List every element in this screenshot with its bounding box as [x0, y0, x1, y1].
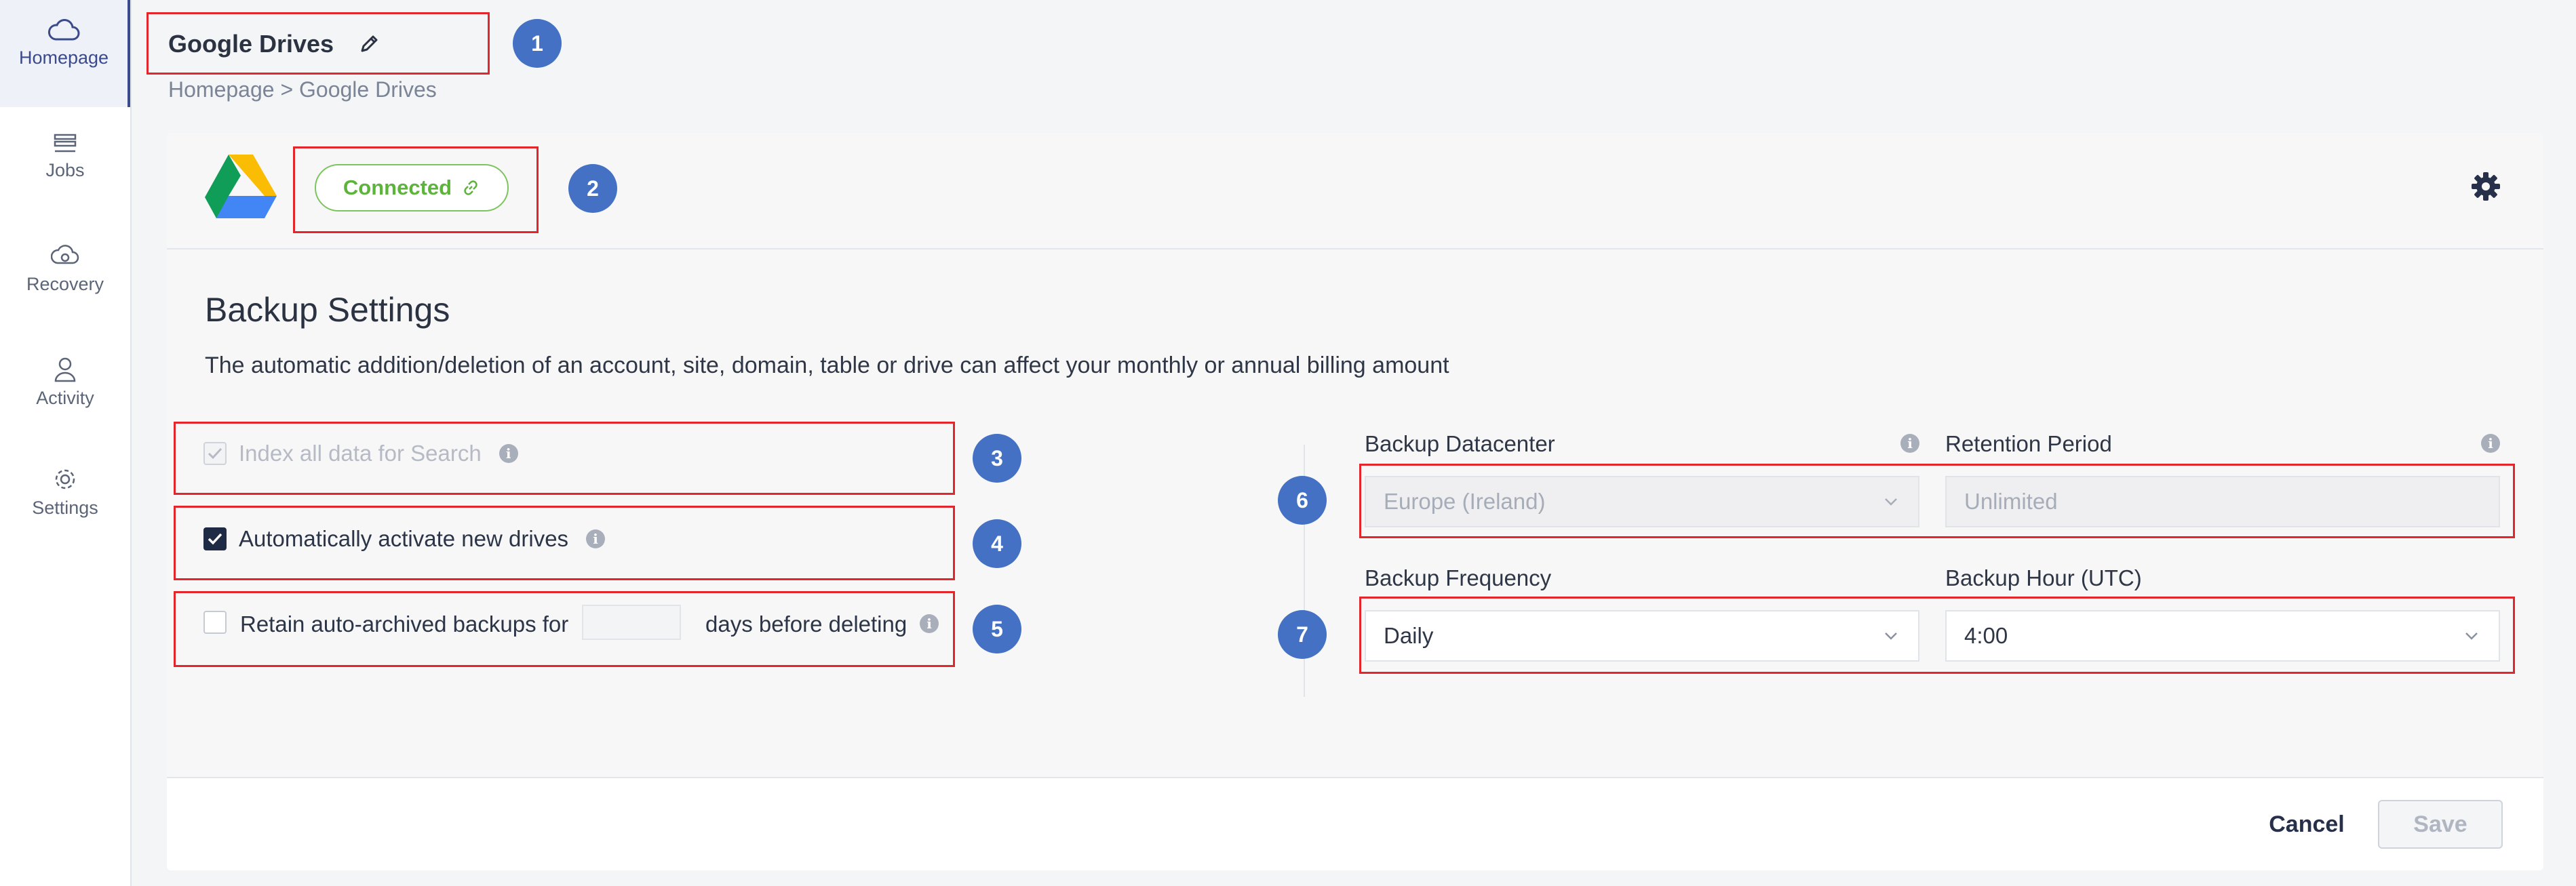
- card-divider: [167, 248, 2543, 249]
- annotation-badge: 1: [513, 19, 562, 68]
- annotation-badge: 3: [973, 434, 1021, 483]
- sidebar-item-recovery[interactable]: Recovery: [0, 244, 130, 295]
- highlight-box: [174, 506, 955, 580]
- highlight-box: [293, 146, 539, 233]
- datacenter-label: Backup Datacenter: [1365, 431, 1555, 456]
- retention-label: Retention Period: [1945, 431, 2112, 456]
- annotation-badge: 6: [1278, 476, 1327, 525]
- cancel-button[interactable]: Cancel: [2256, 800, 2358, 849]
- sidebar-item-label: Activity: [36, 388, 94, 408]
- highlight-box: [174, 591, 955, 667]
- sidebar-item-settings[interactable]: Settings: [0, 466, 130, 519]
- annotation-badge: 5: [973, 605, 1021, 653]
- user-icon: [54, 357, 76, 382]
- gear-icon: [55, 469, 75, 489]
- cloud-refresh-icon: [51, 245, 79, 264]
- stack-icon: [54, 134, 77, 153]
- highlight-box: [1359, 464, 2515, 538]
- billing-notice: The automatic addition/deletion of an ac…: [205, 353, 1449, 378]
- google-drive-logo: [205, 155, 277, 218]
- sidebar-item-jobs[interactable]: Jobs: [0, 133, 130, 181]
- sidebar-item-activity[interactable]: Activity: [0, 357, 130, 409]
- highlight-box: [147, 12, 490, 75]
- annotation-badge: 2: [568, 164, 617, 213]
- highlight-box: [174, 422, 955, 495]
- annotation-badge: 4: [973, 519, 1021, 568]
- sidebar-item-homepage[interactable]: Homepage: [0, 0, 130, 107]
- sidebar-item-label: Jobs: [45, 160, 85, 180]
- sidebar-item-label: Recovery: [26, 274, 104, 294]
- frequency-label: Backup Frequency: [1365, 565, 1552, 590]
- card-footer: [167, 777, 2543, 870]
- info-icon[interactable]: i: [2481, 434, 2500, 453]
- save-button[interactable]: Save: [2378, 800, 2503, 849]
- info-icon[interactable]: i: [1900, 434, 1919, 453]
- hour-label: Backup Hour (UTC): [1945, 565, 2142, 590]
- sidebar: Homepage Jobs Recovery Activity Settings: [0, 0, 132, 886]
- highlight-box: [1359, 597, 2515, 674]
- annotation-badge: 7: [1278, 610, 1327, 659]
- section-title: Backup Settings: [205, 291, 450, 329]
- sidebar-item-label: Homepage: [18, 47, 109, 68]
- sidebar-item-label: Settings: [32, 498, 98, 518]
- gear-icon[interactable]: [2470, 171, 2501, 202]
- cloud-icon: [47, 19, 80, 41]
- breadcrumb: Homepage > Google Drives: [168, 77, 437, 102]
